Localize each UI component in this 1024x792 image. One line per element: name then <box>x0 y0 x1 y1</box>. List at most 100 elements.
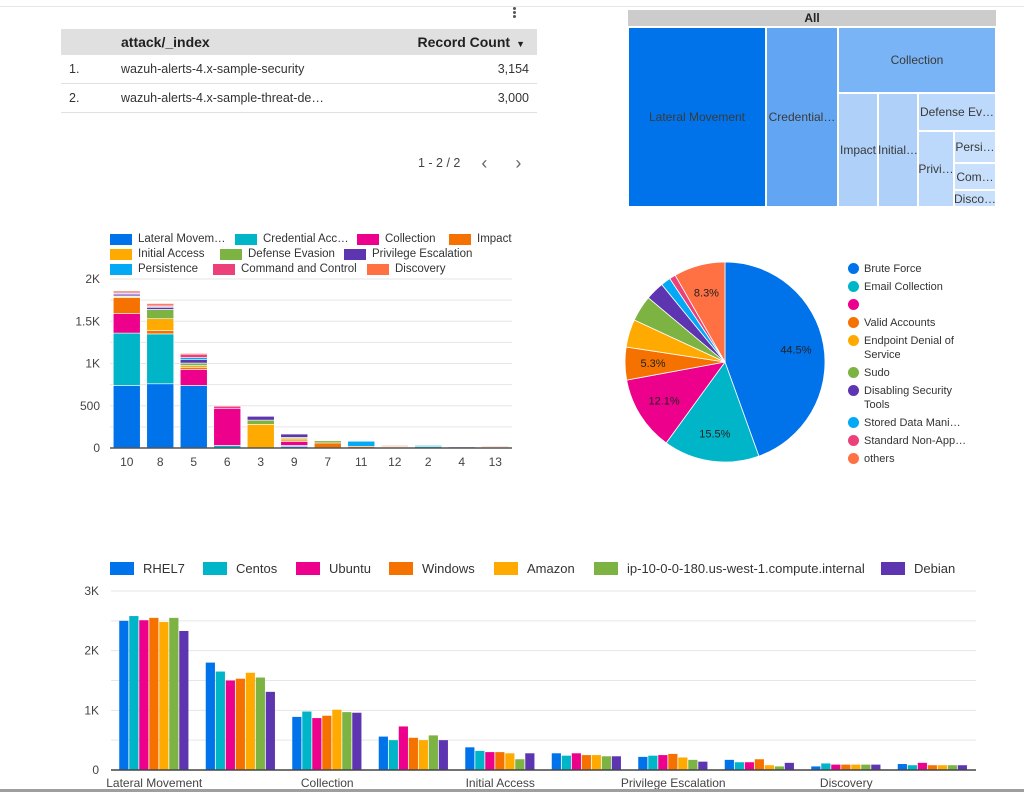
bar-rhel7 <box>378 736 388 770</box>
pie-legend-item-disabling-security-tools[interactable]: Disabling Security Tools <box>848 384 976 412</box>
legend-item-command-and-control[interactable]: Command and Control <box>213 263 357 275</box>
legend-label: Privilege Escalation <box>372 248 473 260</box>
legend-item-credential-acc[interactable]: Credential Acc… <box>235 233 349 245</box>
treemap-cell-collection[interactable]: Collection <box>838 27 996 93</box>
legend-item-ip-10-0-0-180-us-west-1-compute-internal[interactable]: ip-10-0-0-180.us-west-1.compute.internal <box>594 561 865 576</box>
x-tick-label: 12 <box>388 455 402 469</box>
bar-segment-impact <box>481 446 510 449</box>
legend-item-impact[interactable]: Impact <box>449 233 512 245</box>
bar-windows <box>322 715 332 770</box>
y-tick-label: 2K <box>85 272 100 286</box>
bar-amazon <box>418 740 428 770</box>
y-tick-label: 1K <box>84 703 99 717</box>
legend-swatch <box>881 562 905 575</box>
legend-label: Standard Non-App… <box>864 435 967 447</box>
bar-ip-10-0-0-180-us-west-1-compute-internal <box>428 735 438 770</box>
legend-label: Sudo <box>864 367 890 379</box>
pie-legend-item-brute-force[interactable]: Brute Force <box>848 262 976 276</box>
legend-swatch <box>213 263 235 275</box>
treemap-cell-credential[interactable]: Credential… <box>766 27 838 207</box>
pie-legend-item-unnamed[interactable] <box>848 298 976 310</box>
header-attack-index[interactable]: attack/_index <box>121 34 387 50</box>
bar-centos <box>648 755 658 770</box>
pie-slice-others <box>674 261 726 364</box>
treemap-cell-impact[interactable]: Impact <box>838 93 878 207</box>
pie-slice-label: 5.3% <box>640 358 665 370</box>
treemap-cell-privi[interactable]: Privi… <box>918 131 954 207</box>
bar-ip-10-0-0-180-us-west-1-compute-internal <box>515 759 525 770</box>
legend-item-initial-access[interactable]: Initial Access <box>110 248 204 260</box>
bar-amazon <box>678 757 688 770</box>
sort-desc-icon[interactable]: ▼ <box>516 39 525 49</box>
treemap-root[interactable]: All <box>628 10 996 26</box>
pie-legend-item-sudo[interactable]: Sudo <box>848 366 976 380</box>
treemap-cell-initial[interactable]: Initial… <box>878 93 918 207</box>
pie-legend-item-others[interactable]: others <box>848 452 976 466</box>
bar-segment-discovery <box>112 290 141 293</box>
legend-item-amazon[interactable]: Amazon <box>494 561 575 576</box>
legend-label: Ubuntu <box>329 561 371 576</box>
bar-rhel7 <box>811 766 821 770</box>
legend-item-ubuntu[interactable]: Ubuntu <box>296 561 371 576</box>
bar-segment-defense-evasion <box>280 437 309 440</box>
bar-segment-impact <box>347 446 376 449</box>
next-page-icon[interactable]: › <box>508 154 528 172</box>
pie-legend-item-valid-accounts[interactable]: Valid Accounts <box>848 316 976 330</box>
bar-segment-privilege-escalation <box>246 416 275 421</box>
legend-item-centos[interactable]: Centos <box>203 561 277 576</box>
bar-amazon <box>505 753 515 770</box>
bar-segment-lateral-movem <box>179 385 208 449</box>
pie-slice-label: 44.5% <box>780 345 811 357</box>
legend-item-defense-evasion[interactable]: Defense Evasion <box>220 248 335 260</box>
legend-item-discovery[interactable]: Discovery <box>367 263 445 275</box>
bar-debian <box>525 753 535 770</box>
more-options-icon[interactable] <box>510 6 518 20</box>
treemap-cell-disco[interactable]: Disco… <box>954 190 996 207</box>
legend-label: Brute Force <box>864 263 922 275</box>
legend-label: Debian <box>914 561 956 576</box>
bar-segment-command-and-control <box>146 304 175 307</box>
legend-item-persistence[interactable]: Persistence <box>110 263 198 275</box>
legend-label: Defense Evasion <box>248 248 335 260</box>
x-tick-label: 7 <box>324 455 331 469</box>
bar-segment-credential-acc <box>213 445 242 449</box>
pie-legend-item-endpoint-denial-of-service[interactable]: Endpoint Denial of Service <box>848 334 976 362</box>
table-row[interactable]: 1. wazuh-alerts-4.x-sample-security 3,15… <box>61 55 537 84</box>
prev-page-icon[interactable]: ‹ <box>474 154 494 172</box>
bar-debian <box>352 712 362 770</box>
legend-item-collection[interactable]: Collection <box>357 233 436 245</box>
pie-legend-item-standard-non-app[interactable]: Standard Non-App… <box>848 434 976 448</box>
treemap-cell-com[interactable]: Com… <box>954 163 996 190</box>
table-row[interactable]: 2. wazuh-alerts-4.x-sample-threat-de… 3,… <box>61 84 537 113</box>
bar-rhel7 <box>465 747 475 770</box>
y-tick-label: 2K <box>84 644 99 658</box>
treemap-cell-lateral-movement[interactable]: Lateral Movement <box>628 27 766 207</box>
legend-dot <box>848 367 859 378</box>
y-tick-label: 0 <box>92 763 99 777</box>
pie-legend-item-email-collection[interactable]: Email Collection <box>848 280 976 294</box>
bar-ubuntu <box>225 680 235 770</box>
legend-label: Collection <box>385 233 436 245</box>
bar-centos <box>215 671 225 770</box>
pie-slice-label: 8.3% <box>694 287 719 299</box>
bar-debian <box>611 756 621 770</box>
legend-item-rhel7[interactable]: RHEL7 <box>110 561 185 576</box>
row-value: 3,154 <box>497 62 529 76</box>
x-tick-label: 11 <box>355 455 368 469</box>
treemap-cell-persi[interactable]: Persi… <box>954 131 996 163</box>
pie-slice-brute-force <box>724 261 826 457</box>
pie-legend-item-stored-data-mani[interactable]: Stored Data Mani… <box>848 416 976 430</box>
legend-item-windows[interactable]: Windows <box>389 561 475 576</box>
header-record-count[interactable]: Record Count ▼ <box>387 34 537 50</box>
bar-segment-collection <box>179 369 208 386</box>
bar-centos <box>388 740 398 770</box>
legend-item-privilege-escalation[interactable]: Privilege Escalation <box>344 248 472 260</box>
bar-ubuntu <box>139 620 149 770</box>
bar-ip-10-0-0-180-us-west-1-compute-internal <box>169 617 179 770</box>
bar-segment-privilege-escalation <box>112 293 141 297</box>
legend-item-lateral-movem[interactable]: Lateral Movem… <box>110 233 226 245</box>
y-tick-label: 3K <box>84 584 99 598</box>
legend-item-debian[interactable]: Debian <box>881 561 955 576</box>
treemap-cell-defense-ev[interactable]: Defense Ev… <box>918 93 996 131</box>
pie-slice-unnamed <box>626 361 726 444</box>
